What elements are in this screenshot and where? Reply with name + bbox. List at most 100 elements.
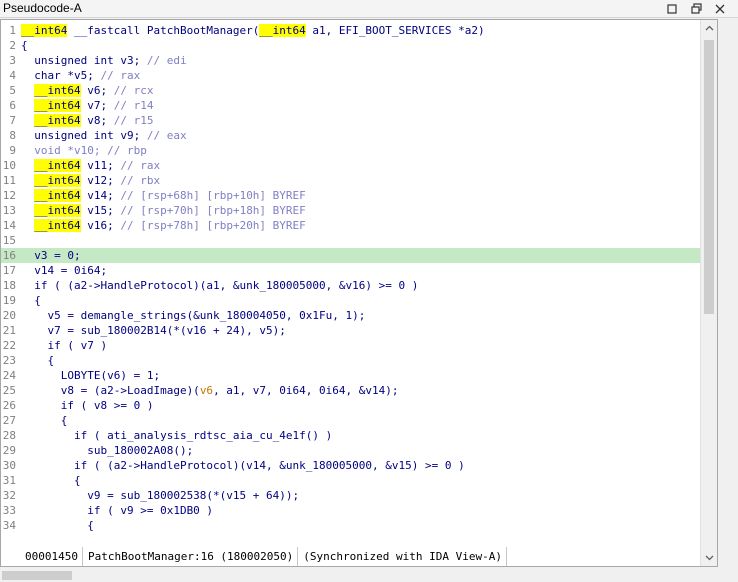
code-token: __int64 [34,219,81,232]
scroll-up-button[interactable] [701,20,717,36]
code-token: sub_180002A08(); [21,444,194,457]
code-line[interactable]: 11 __int64 v12; // rbx [1,173,701,188]
close-button[interactable] [708,0,732,17]
code-token: __int64 [34,189,81,202]
close-icon [715,4,725,13]
code-line[interactable]: 28 if ( ati_analysis_rdtsc_aia_cu_4e1f()… [1,428,701,443]
code-token: v12; [80,174,121,187]
code-text: if ( v7 ) [21,338,107,353]
code-line[interactable]: 24 LOBYTE(v6) = 1; [1,368,701,383]
code-line[interactable]: 9 void *v10; // rbp [1,143,701,158]
code-token: v14; [80,189,121,202]
code-text: v7 = sub_180002B14(*(v16 + 24), v5); [21,323,286,338]
code-line[interactable]: 33 if ( v9 >= 0x1DB0 ) [1,503,701,518]
code-line[interactable]: 18 if ( (a2->HandleProtocol)(a1, &unk_18… [1,278,701,293]
line-number: 11 [2,174,16,187]
code-line[interactable]: 8 unsigned int v9; // eax [1,128,701,143]
code-line[interactable]: 32 v9 = sub_180002538(*(v15 + 64)); [1,488,701,503]
code-token: __int64 [34,159,81,172]
window-title: Pseudocode-A [3,1,82,15]
code-line[interactable]: 15 [1,233,701,248]
code-line[interactable]: 7 __int64 v8; // r15 [1,113,701,128]
line-number: 16 [2,249,16,262]
code-line[interactable]: 19 { [1,293,701,308]
code-token: { [21,474,81,487]
code-token: __int64 [34,84,81,97]
code-line[interactable]: 29 sub_180002A08(); [1,443,701,458]
code-line[interactable]: 25 v8 = (a2->LoadImage)(v6, a1, v7, 0i64… [1,383,701,398]
code-token: v8; [80,114,114,127]
code-line[interactable]: 31 { [1,473,701,488]
chevron-up-icon [705,25,713,31]
status-sync: (Synchronized with IDA View-A) [298,547,507,566]
code-line[interactable]: 13 __int64 v15; // [rsp+70h] [rbp+18h] B… [1,203,701,218]
line-number: 4 [9,69,16,82]
line-number: 14 [2,219,16,232]
code-text: { [21,518,94,533]
code-text: __int64 v15; // [rsp+70h] [rbp+18h] BYRE… [21,203,306,218]
code-text: __int64 v16; // [rsp+78h] [rbp+20h] BYRE… [21,218,306,233]
code-line[interactable]: 30 if ( (a2->HandleProtocol)(v14, &unk_1… [1,458,701,473]
line-number: 31 [2,474,16,487]
line-number: 26 [2,399,16,412]
status-bar: 00001450 PatchBootManager:16 (180002050)… [20,547,700,566]
code-line[interactable]: 27 { [1,413,701,428]
code-line[interactable]: 22 if ( v7 ) [1,338,701,353]
code-line[interactable]: 4 char *v5; // rax [1,68,701,83]
code-text: __int64 v7; // r14 [21,98,153,113]
line-number: 29 [2,444,16,457]
code-token: LOBYTE(v6) = 1; [21,369,161,382]
horizontal-scroll-thumb[interactable] [2,571,72,580]
pseudocode-editor[interactable]: 1 __int64 __fastcall PatchBootManager(__i… [0,19,718,567]
code-text: if ( (a2->HandleProtocol)(a1, &unk_18000… [21,278,418,293]
code-line[interactable]: 6 __int64 v7; // r14 [1,98,701,113]
code-text: { [21,473,81,488]
line-number: 15 [2,234,16,247]
code-line[interactable]: 10 __int64 v11; // rax [1,158,701,173]
code-line[interactable]: 5 __int64 v6; // rcx [1,83,701,98]
code-text: v14 = 0i64; [21,263,107,278]
code-line[interactable]: 23 { [1,353,701,368]
chevron-down-icon [705,555,713,561]
code-line[interactable]: 3 unsigned int v3; // edi [1,53,701,68]
vertical-scrollbar[interactable] [700,20,717,566]
vertical-scroll-thumb[interactable] [704,40,714,314]
line-number: 25 [2,384,16,397]
code-token: char *v5; [21,69,101,82]
code-text: unsigned int v9; // eax [21,128,186,143]
code-line[interactable]: 12 __int64 v14; // [rsp+68h] [rbp+10h] B… [1,188,701,203]
line-number: 1 [9,24,16,37]
code-line[interactable]: 20 v5 = demangle_strings(&unk_180004050,… [1,308,701,323]
code-token: v9 = sub_180002538(*(v15 + 64)); [21,489,300,502]
line-number: 19 [2,294,16,307]
line-number: 17 [2,264,16,277]
code-text: v5 = demangle_strings(&unk_180004050, 0x… [21,308,365,323]
code-line[interactable]: 26 if ( v8 >= 0 ) [1,398,701,413]
minimize-button[interactable] [660,0,684,17]
code-token: { [21,414,68,427]
restore-button[interactable] [684,0,708,17]
code-text: char *v5; // rax [21,68,140,83]
code-token: // edi [146,54,187,67]
line-number: 18 [2,279,16,292]
code-token: if ( v8 >= 0 ) [21,399,154,412]
code-token: __int64 [21,24,68,37]
code-line[interactable]: 2{ [1,38,701,53]
code-line[interactable]: 1 __int64 __fastcall PatchBootManager(__i… [1,23,701,38]
code-line[interactable]: 34 { [1,518,701,533]
code-line[interactable]: 17 v14 = 0i64; [1,263,701,278]
code-line[interactable]: 14 __int64 v16; // [rsp+78h] [rbp+20h] B… [1,218,701,233]
code-token: { [21,519,94,532]
code-line[interactable]: 21 v7 = sub_180002B14(*(v16 + 24), v5); [1,323,701,338]
code-token: v7 = sub_180002B14(*(v16 + 24), v5); [21,324,286,337]
code-line[interactable]: 16 v3 = 0; [1,248,701,263]
code-token: // r15 [113,114,154,127]
horizontal-scrollbar[interactable] [0,569,718,582]
code-token: v3 = 0; [21,249,81,262]
scroll-down-button[interactable] [701,550,717,566]
code-text: { [21,413,68,428]
